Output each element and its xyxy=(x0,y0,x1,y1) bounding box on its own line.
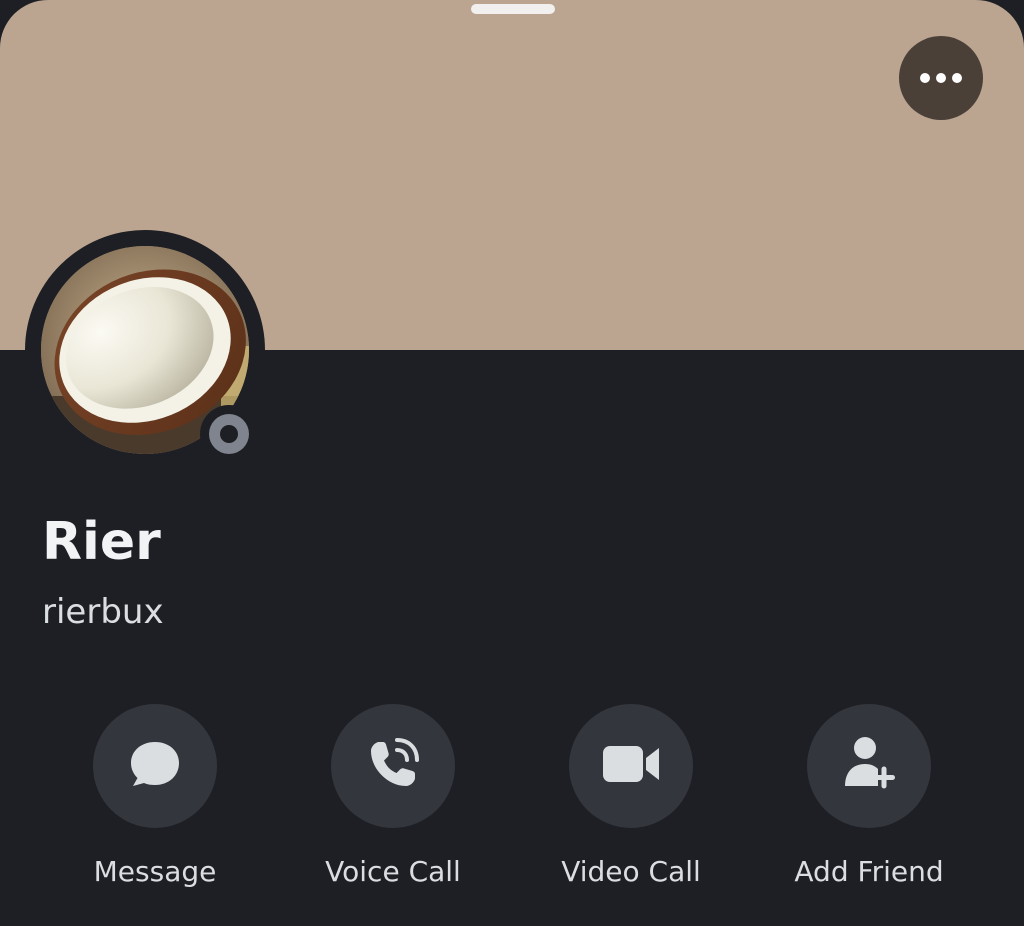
display-name: Rier xyxy=(42,512,161,572)
voice-call-label: Voice Call xyxy=(325,855,461,888)
username: rierbux xyxy=(42,592,164,632)
chat-bubble-icon xyxy=(127,736,183,796)
more-options-button[interactable] xyxy=(899,36,983,120)
voice-call-button[interactable] xyxy=(331,704,455,828)
add-friend-action[interactable]: Add Friend xyxy=(749,704,989,904)
add-friend-icon xyxy=(839,734,899,798)
sheet-drag-handle[interactable] xyxy=(471,4,555,14)
video-call-button[interactable] xyxy=(569,704,693,828)
message-label: Message xyxy=(93,855,217,888)
status-indicator xyxy=(200,405,258,463)
video-camera-icon xyxy=(601,742,661,790)
video-call-action[interactable]: Video Call xyxy=(511,704,751,904)
avatar-frame xyxy=(25,230,265,470)
video-call-label: Video Call xyxy=(561,855,701,888)
more-horizontal-icon xyxy=(919,72,963,84)
message-button[interactable] xyxy=(93,704,217,828)
offline-status-icon xyxy=(209,414,249,454)
message-action[interactable]: Message xyxy=(35,704,275,904)
profile-sheet: Rier rierbux Message Voice Call Video Ca… xyxy=(0,0,1024,926)
voice-call-action[interactable]: Voice Call xyxy=(273,704,513,904)
add-friend-button[interactable] xyxy=(807,704,931,828)
add-friend-label: Add Friend xyxy=(794,855,944,888)
phone-icon xyxy=(365,736,421,796)
